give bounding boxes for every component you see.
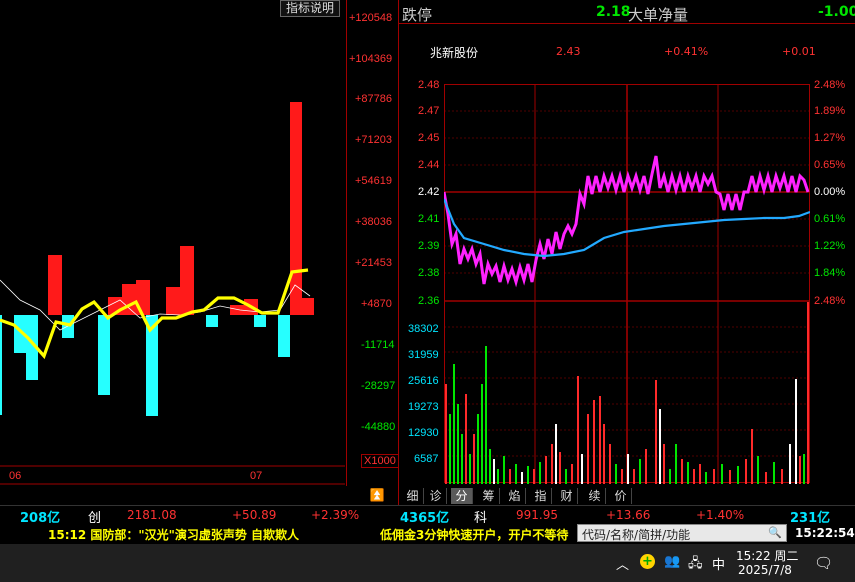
multiplier-label: X1000	[361, 454, 399, 468]
pct-label: 0.00%	[814, 186, 846, 198]
price-label: 2.48	[418, 79, 440, 91]
pct-label: 0.61%	[814, 213, 846, 225]
y-label: +4870	[361, 298, 392, 310]
positive-bars	[48, 102, 314, 315]
index-bar: 208亿 创 2181.08 +50.89 +2.39% 4365亿 科 991…	[0, 505, 855, 526]
price-label: 2.45	[418, 132, 440, 144]
price-label: 2.39	[418, 240, 440, 252]
tab-flame[interactable]: 焰	[504, 488, 526, 504]
x-label-06: 06	[9, 470, 22, 482]
pct-axis: 2.48% 1.89% 1.27% 0.65% 0.00% 0.61% 1.22…	[810, 78, 855, 313]
tab-continue[interactable]: 续	[584, 488, 606, 504]
negative-bars	[0, 315, 290, 416]
price-label: 2.41	[418, 213, 440, 225]
left-chart-panel: 指标说明 +120548 +104369 +87786 +71203 +5461…	[0, 0, 399, 502]
limit-status: 跌停	[402, 6, 433, 24]
pct-label: 1.27%	[814, 132, 846, 144]
price-label: 2.47	[418, 105, 440, 117]
left-y-axis: +120548 +104369 +87786 +71203 +54619 +38…	[346, 0, 399, 486]
price-label: 2.42	[418, 186, 440, 198]
tab-chips[interactable]: 筹	[478, 488, 500, 504]
news-headline[interactable]: 15:12 国防部："汉光"演习虚张声势 自欺欺人	[48, 526, 299, 543]
tab-price[interactable]: 价	[610, 488, 632, 504]
pct-label: 2.48%	[814, 295, 846, 307]
y-label: +120548	[349, 12, 393, 24]
y-label: +71203	[355, 134, 393, 146]
plus-app-icon[interactable]: +	[640, 554, 655, 569]
ke-value: 991.95	[516, 508, 558, 522]
volume-label: 12930	[408, 427, 439, 439]
news-ticker: 15:12 国防部："汉光"演习虚张声势 自欺欺人 低佣金3分钟快速开户，开户不…	[0, 523, 855, 544]
chuang-change: +50.89	[232, 508, 277, 522]
taskbar: ︿ + 👥 🖧 中 15:22 周二 2025/7/8 🗨	[0, 544, 855, 582]
stock-price: 2.43	[556, 45, 581, 58]
volume-label: 31959	[408, 349, 439, 361]
chuang-pct: +2.39%	[311, 508, 360, 522]
y-label: -44880	[361, 421, 396, 433]
volume-label: 19273	[408, 401, 439, 413]
tab-diagnose[interactable]: 诊	[425, 488, 447, 504]
volume-axis: 38302 31959 25616 19273 12930 6587	[398, 318, 444, 478]
big-order-value: -1.00	[818, 4, 855, 20]
tab-index[interactable]: 指	[530, 488, 552, 504]
tab-finance[interactable]: 财	[556, 488, 578, 504]
pct-label: 1.22%	[814, 240, 846, 252]
y-label: +104369	[349, 53, 393, 65]
pct-label: 1.84%	[814, 267, 846, 279]
people-icon[interactable]: 👥	[664, 554, 680, 569]
big-order-label: 大单净量	[628, 6, 689, 24]
fund-flow-chart	[0, 102, 345, 485]
network-icon[interactable]: 🖧	[688, 554, 703, 576]
tab-detail[interactable]: 细	[402, 488, 424, 504]
chevron-up-icon[interactable]: ︿	[616, 554, 629, 573]
price-label: 2.44	[418, 159, 440, 171]
taskbar-time[interactable]: 15:22 周二	[736, 547, 798, 564]
y-label: -28297	[361, 380, 396, 392]
ad-link[interactable]: 低佣金3分钟快速开户，开户不等待	[380, 526, 576, 543]
stock-change: +0.01	[782, 45, 816, 58]
market-clock: 15:22:54	[795, 526, 855, 540]
volume-label: 38302	[408, 323, 439, 335]
price-label: 2.36	[418, 295, 440, 307]
pct-label: 1.89%	[814, 105, 846, 117]
search-input[interactable]: 代码/名称/简拼/功能	[582, 526, 690, 543]
y-label: -11714	[361, 339, 395, 351]
volume-label: 25616	[408, 375, 439, 387]
y-label: +87786	[355, 93, 393, 105]
scroll-up-button[interactable]: ⏫	[368, 488, 386, 502]
ke-change: +13.66	[606, 508, 651, 522]
pct-label: 0.65%	[814, 159, 846, 171]
y-label: +38036	[355, 216, 393, 228]
volume-label: 6587	[414, 453, 439, 465]
ke-pct: +1.40%	[696, 508, 745, 522]
pct-label: 2.48%	[814, 79, 846, 91]
taskbar-date[interactable]: 2025/7/8	[738, 563, 792, 577]
ime-label[interactable]: 中	[712, 554, 725, 573]
stock-change-pct: +0.41%	[664, 45, 709, 58]
price-label: 2.38	[418, 267, 440, 279]
intraday-chart	[444, 84, 810, 484]
y-label: +54619	[355, 175, 393, 187]
price-axis: 2.48 2.47 2.45 2.44 2.42 2.41 2.39 2.38 …	[398, 78, 444, 308]
search-box[interactable]: 代码/名称/简拼/功能 🔍	[577, 524, 787, 542]
chuang-value: 2181.08	[127, 508, 177, 522]
limit-price: 2.18	[596, 4, 631, 20]
stock-name[interactable]: 兆新股份	[430, 44, 478, 61]
y-label: +21453	[355, 257, 393, 269]
price-line	[444, 155, 810, 288]
search-icon[interactable]: 🔍	[768, 526, 782, 539]
top-divider	[398, 23, 855, 24]
notification-icon[interactable]: 🗨	[814, 554, 833, 572]
tab-minute[interactable]: 分	[451, 488, 473, 504]
x-label-07: 07	[250, 470, 263, 482]
